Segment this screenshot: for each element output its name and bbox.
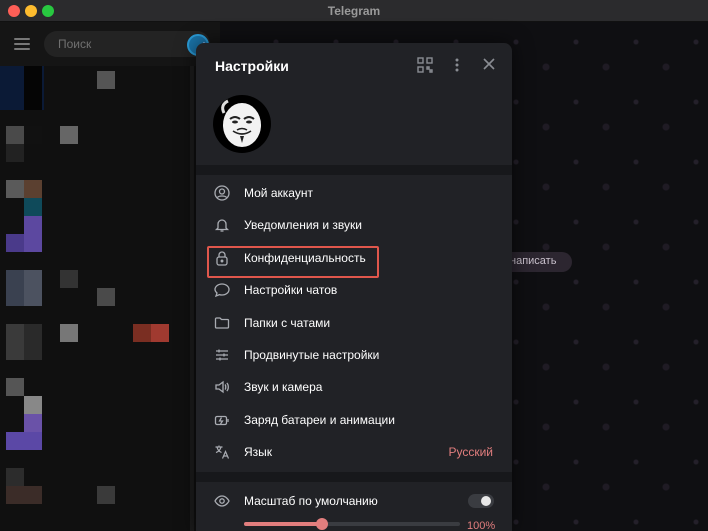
translate-icon: [214, 444, 230, 460]
speaker-icon: [214, 379, 230, 395]
section-divider: [196, 165, 512, 175]
eye-icon: [214, 493, 230, 509]
pixel-block: [60, 270, 78, 288]
pixel-block: [24, 396, 42, 414]
menu-item-my-account[interactable]: Мой аккаунт: [196, 177, 512, 209]
pixel-block: [24, 216, 42, 252]
menu-item-label: Продвинутые настройки: [244, 347, 380, 362]
pixel-block: [6, 324, 24, 360]
more-options-icon[interactable]: [448, 57, 466, 75]
pixel-block: [6, 468, 24, 486]
window-title: Telegram: [327, 4, 381, 18]
scale-slider[interactable]: [244, 518, 460, 530]
scale-slider-knob[interactable]: [315, 518, 328, 530]
menu-item-language[interactable]: Язык Русский: [196, 436, 512, 468]
menu-item-battery[interactable]: Заряд батареи и анимации: [196, 404, 512, 436]
pixel-block: [6, 486, 42, 504]
chat-list-panel: Поиск: [0, 22, 220, 531]
battery-icon: [214, 412, 230, 428]
pixel-block: [6, 432, 42, 450]
menu-item-chat-settings[interactable]: Настройки чатов: [196, 274, 512, 306]
search-placeholder: Поиск: [58, 37, 92, 51]
pixel-block: [151, 324, 169, 342]
title-bar: Telegram: [0, 0, 708, 22]
pixel-block: [97, 486, 115, 504]
pixel-block: [6, 234, 24, 252]
settings-title: Настройки: [215, 58, 289, 74]
account-icon: [214, 185, 230, 201]
pixel-block: [6, 378, 24, 396]
scale-value: 100%: [467, 520, 496, 531]
default-scale-toggle[interactable]: [468, 494, 494, 508]
write-message-label: написать: [510, 255, 557, 267]
pixel-block: [60, 126, 78, 144]
menu-item-notifications[interactable]: Уведомления и звуки: [196, 209, 512, 241]
highlight-box: [207, 246, 379, 278]
hamburger-menu-icon[interactable]: [14, 38, 30, 50]
pixel-block: [24, 66, 42, 110]
pixel-block: [60, 324, 78, 342]
profile-avatar[interactable]: [213, 95, 271, 153]
chat-list-header: Поиск: [0, 22, 220, 66]
menu-item-label: Заряд батареи и анимации: [244, 412, 395, 427]
menu-item-label: Язык: [244, 445, 273, 460]
section-divider: [196, 472, 512, 482]
settings-modal: Настройки Мой аккаунт Уведомления и звук…: [196, 43, 512, 531]
language-value: Русский: [448, 445, 493, 460]
pixel-block: [6, 144, 24, 162]
default-scale-label: Масштаб по умолчанию: [244, 494, 378, 508]
pixel-block: [6, 180, 24, 198]
pixel-block: [24, 126, 42, 144]
pixel-block: [24, 180, 42, 198]
qr-code-icon[interactable]: [416, 57, 434, 75]
menu-item-chat-folders[interactable]: Папки с чатами: [196, 307, 512, 339]
search-input[interactable]: Поиск: [44, 31, 210, 57]
scrollbar[interactable]: [190, 66, 194, 531]
pixel-block: [24, 324, 42, 360]
chat-bubble-icon: [214, 282, 230, 298]
pixel-block: [6, 270, 24, 306]
default-scale-row[interactable]: Масштаб по умолчанию: [196, 485, 512, 517]
menu-item-label: Уведомления и звуки: [244, 218, 362, 233]
menu-item-label: Звук и камера: [244, 380, 323, 395]
menu-item-label: Мой аккаунт: [244, 186, 313, 200]
pixel-block: [24, 414, 42, 432]
close-icon[interactable]: [480, 57, 498, 75]
pixel-block: [97, 288, 115, 306]
scale-slider-fill: [244, 522, 322, 526]
menu-item-label: Настройки чатов: [244, 283, 338, 298]
pixel-block: [24, 198, 42, 216]
menu-item-label: Папки с чатами: [244, 315, 331, 330]
pixel-block: [6, 126, 24, 144]
chat-list-pixelated: [0, 66, 196, 531]
pixel-block: [133, 324, 151, 342]
pixel-block: [24, 270, 42, 306]
menu-item-sound-camera[interactable]: Звук и камера: [196, 371, 512, 403]
bell-icon: [214, 217, 230, 233]
settings-menu: Мой аккаунт Уведомления и звуки Конфиден…: [196, 177, 512, 469]
folder-icon: [214, 315, 230, 331]
sliders-icon: [214, 347, 230, 363]
pixel-block: [97, 71, 115, 89]
menu-item-advanced[interactable]: Продвинутые настройки: [196, 339, 512, 371]
